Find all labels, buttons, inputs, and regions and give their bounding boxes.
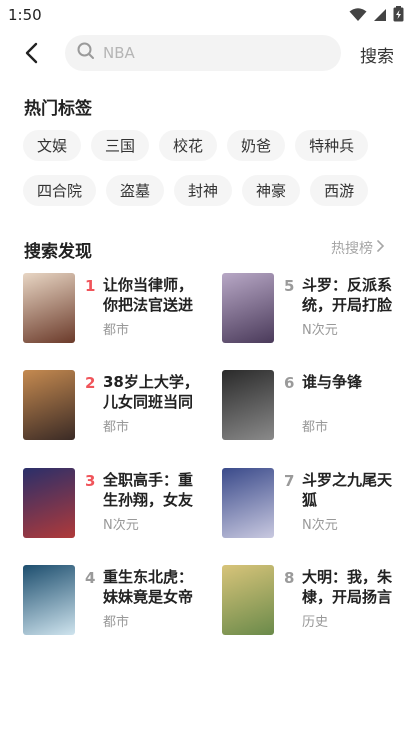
hot-tags: 文娱 三国 校花 奶爸 特种兵 四合院 盗墓 封神 神豪 西游 — [23, 130, 403, 220]
book-category: 都市 — [302, 420, 329, 435]
book-cover — [222, 273, 274, 343]
hot-list-link[interactable]: 热搜榜 — [331, 238, 385, 258]
book-title: 让你当律师，你把法官送进 — [103, 276, 194, 314]
book-item[interactable]: 3 全职高手：重生孙翔，女友 N次元 — [23, 468, 208, 540]
book-category: 都市 — [103, 615, 130, 630]
book-category: N次元 — [103, 518, 139, 533]
book-item[interactable]: 8 大明：我，朱棣，开局扬言 历史 — [222, 565, 407, 637]
tag-item[interactable]: 封神 — [174, 175, 233, 206]
tag-item[interactable]: 特种兵 — [295, 130, 369, 161]
book-item[interactable]: 4 重生东北虎：妹妹竟是女帝 都市 — [23, 565, 208, 637]
status-bar: 1:50 — [0, 0, 416, 30]
wifi-icon — [349, 7, 367, 26]
tag-item[interactable]: 校花 — [159, 130, 218, 161]
back-button[interactable] — [14, 38, 48, 72]
search-icon — [77, 42, 95, 64]
book-rank: 5 — [284, 277, 295, 295]
book-item[interactable]: 6 谁与争锋 都市 — [222, 370, 407, 442]
book-title: 斗罗之九尾天狐 — [302, 471, 393, 509]
status-time: 1:50 — [8, 6, 42, 24]
book-category: N次元 — [302, 323, 338, 338]
signal-icon — [373, 7, 387, 26]
book-item[interactable]: 2 38岁上大学，儿女同班当同 都市 — [23, 370, 208, 442]
tag-row: 四合院 盗墓 封神 神豪 西游 — [23, 175, 403, 206]
book-category: 历史 — [302, 615, 329, 630]
book-cover — [222, 565, 274, 635]
tag-item[interactable]: 神豪 — [242, 175, 301, 206]
tag-row: 文娱 三国 校花 奶爸 特种兵 — [23, 130, 403, 161]
book-item[interactable]: 7 斗罗之九尾天狐 N次元 — [222, 468, 407, 540]
book-title: 斗罗：反派系统，开局打脸 — [302, 276, 393, 314]
search-box[interactable] — [65, 35, 341, 71]
search-input[interactable] — [103, 44, 323, 62]
search-header: 搜索 — [0, 30, 416, 80]
book-title: 重生东北虎：妹妹竟是女帝 — [103, 568, 194, 606]
tag-item[interactable]: 奶爸 — [227, 130, 286, 161]
tag-item[interactable]: 四合院 — [23, 175, 97, 206]
book-rank: 3 — [85, 472, 96, 490]
book-rank: 8 — [284, 569, 295, 587]
tag-item[interactable]: 三国 — [91, 130, 150, 161]
book-rank: 2 — [85, 374, 96, 392]
hot-tags-title: 热门标签 — [24, 99, 92, 119]
tag-item[interactable]: 西游 — [310, 175, 369, 206]
book-item[interactable]: 1 让你当律师，你把法官送进 都市 — [23, 273, 208, 345]
book-title: 全职高手：重生孙翔，女友 — [103, 471, 194, 509]
book-rank: 4 — [85, 569, 96, 587]
book-rank: 7 — [284, 472, 295, 490]
search-button[interactable]: 搜索 — [360, 42, 394, 67]
chevron-left-icon — [24, 42, 38, 68]
book-cover — [23, 273, 75, 343]
book-cover — [222, 468, 274, 538]
book-cover — [23, 565, 75, 635]
book-cover — [23, 370, 75, 440]
book-rank: 1 — [85, 277, 96, 295]
book-category: 都市 — [103, 323, 130, 338]
book-title: 谁与争锋 — [302, 373, 363, 391]
tag-item[interactable]: 盗墓 — [106, 175, 165, 206]
book-cover — [222, 370, 274, 440]
chevron-right-icon — [376, 239, 385, 257]
hot-list-label: 热搜榜 — [331, 241, 373, 257]
book-category: 都市 — [103, 420, 130, 435]
book-item[interactable]: 5 斗罗：反派系统，开局打脸 N次元 — [222, 273, 407, 345]
book-rank: 6 — [284, 374, 295, 392]
tag-item[interactable]: 文娱 — [23, 130, 82, 161]
book-title: 38岁上大学，儿女同班当同 — [103, 373, 199, 411]
battery-icon — [393, 6, 404, 26]
discover-title: 搜索发现 — [24, 242, 92, 262]
status-icons — [349, 6, 404, 26]
book-title: 大明：我，朱棣，开局扬言 — [302, 568, 393, 606]
book-cover — [23, 468, 75, 538]
book-category: N次元 — [302, 518, 338, 533]
